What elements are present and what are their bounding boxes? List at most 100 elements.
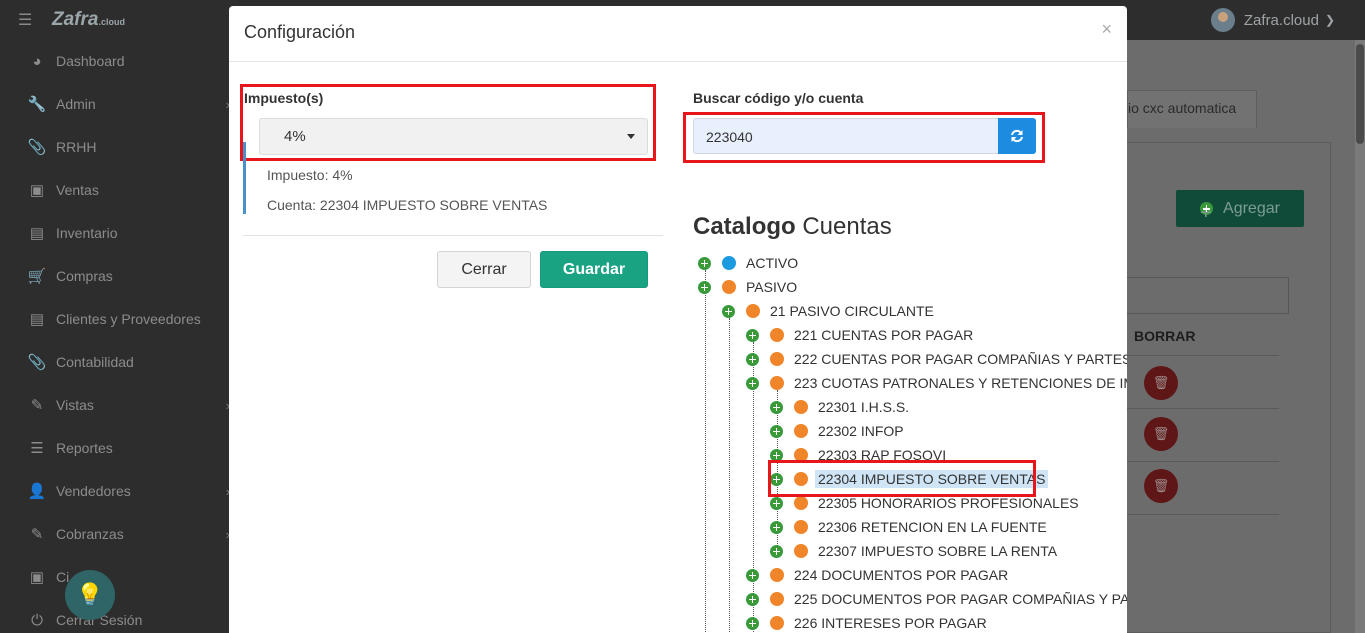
tree-node[interactable]: 221 CUENTAS POR PAGAR: [746, 324, 976, 346]
sidebar-item[interactable]: ✎ Vistas ›: [0, 390, 240, 420]
tree-node-label[interactable]: 225 DOCUMENTOS POR PAGAR COMPAÑIAS Y PAR…: [791, 590, 1127, 608]
node-dot-icon: [794, 544, 808, 558]
table-divider: [1127, 355, 1279, 356]
sidebar-item[interactable]: ▤ Clientes y Proveedores: [0, 304, 240, 334]
trash-icon: 🗑: [1152, 426, 1170, 441]
sidebar-item[interactable]: 📎 RRHH: [0, 132, 240, 162]
sidebar-item[interactable]: 📎 Contabilidad: [0, 347, 240, 377]
tree-node[interactable]: 224 DOCUMENTOS POR PAGAR: [746, 564, 1011, 586]
sidebar-item[interactable]: 🛒 Compras: [0, 261, 240, 291]
node-dot-icon: [770, 376, 784, 390]
tree-node-label[interactable]: 22306 RETENCION EN LA FUENTE: [815, 518, 1050, 536]
expand-icon[interactable]: [770, 424, 783, 438]
expand-icon[interactable]: [746, 616, 759, 630]
info-account: Cuenta: 22304 IMPUESTO SOBRE VENTAS: [267, 197, 548, 213]
node-dot-icon: [770, 592, 784, 606]
tree-node-label[interactable]: 226 INTERESES POR PAGAR: [791, 614, 990, 632]
tree-node[interactable]: 225 DOCUMENTOS POR PAGAR COMPAÑIAS Y PAR…: [746, 588, 1127, 610]
modal-title: Configuración: [244, 22, 356, 42]
tree-node[interactable]: 226 INTERESES POR PAGAR: [746, 612, 990, 633]
menu-toggle-icon[interactable]: ☰: [18, 10, 38, 30]
tab-cxc-automatica[interactable]: io cxc automatica: [1127, 90, 1257, 128]
highlight-box: [683, 112, 1045, 163]
expand-icon[interactable]: [746, 376, 759, 390]
expand-icon[interactable]: [770, 544, 783, 558]
expand-icon[interactable]: [722, 304, 735, 318]
tree-node-label[interactable]: ACTIVO: [743, 254, 801, 272]
info-tax: Impuesto: 4%: [267, 167, 353, 183]
tree-node[interactable]: 223 CUOTAS PATRONALES Y RETENCIONES DE I…: [746, 372, 1127, 394]
expand-icon[interactable]: [746, 352, 759, 366]
sidebar-item[interactable]: 👤 Vendedores ›: [0, 476, 240, 506]
expand-icon[interactable]: [746, 592, 759, 606]
lightbulb-icon: 💡: [76, 582, 104, 607]
sidebar-item-label: Admin: [56, 96, 96, 112]
power-icon: ⏻: [31, 611, 43, 629]
sidebar-item-label: Compras: [56, 268, 113, 284]
sidebar-item-label: Vendedores: [56, 483, 131, 499]
scrollbar-thumb[interactable]: [1356, 44, 1364, 144]
table-search-input[interactable]: [1127, 277, 1289, 314]
help-fab[interactable]: 💡: [65, 570, 115, 620]
sidebar-item-label: Inventario: [56, 225, 118, 241]
catalog-title: Catalogo Cuentas: [693, 213, 892, 241]
tree-guide-line: [705, 270, 706, 633]
save-button[interactable]: Guardar: [540, 251, 648, 288]
search-label: Buscar código y/o cuenta: [693, 90, 864, 106]
delete-button[interactable]: 🗑: [1144, 366, 1178, 400]
tree-node-label[interactable]: 221 CUENTAS POR PAGAR: [791, 326, 976, 344]
sidebar-item[interactable]: ✎ Cobranzas ›: [0, 519, 240, 549]
tree-node-label[interactable]: 223 CUOTAS PATRONALES Y RETENCIONES DE I…: [791, 374, 1127, 392]
delete-column-header: BORRAR: [1134, 328, 1196, 344]
table-divider: [1127, 461, 1279, 462]
app-logo[interactable]: Zafra.cloud: [52, 9, 125, 31]
sidebar-item[interactable]: ▣ Ventas: [0, 175, 240, 205]
book-icon: ▤: [29, 225, 45, 242]
sidebar-item-label: RRHH: [56, 139, 97, 155]
sidebar-item-label: Dashboard: [56, 53, 125, 69]
cancel-button[interactable]: Cerrar: [437, 251, 531, 288]
expand-icon[interactable]: [698, 256, 711, 270]
close-icon[interactable]: ×: [1101, 20, 1112, 38]
tree-node[interactable]: 222 CUENTAS POR PAGAR COMPAÑIAS Y PARTES…: [746, 348, 1127, 370]
user-menu[interactable]: Zafra.cloud ❯: [1210, 8, 1335, 32]
divider: [243, 235, 663, 236]
sidebar-item[interactable]: ▣ Ci: [0, 562, 240, 592]
list-icon: ☰: [30, 440, 44, 457]
delete-button[interactable]: 🗑: [1144, 469, 1178, 503]
tree-node-label[interactable]: 22307 IMPUESTO SOBRE LA RENTA: [815, 542, 1060, 560]
tree-node[interactable]: ACTIVO: [698, 252, 801, 274]
expand-icon[interactable]: [746, 568, 759, 582]
tree-node-label[interactable]: 222 CUENTAS POR PAGAR COMPAÑIAS Y PARTES…: [791, 350, 1127, 368]
expand-icon[interactable]: [770, 400, 783, 414]
sidebar-item[interactable]: ⏻ Cerrar Sesión: [0, 605, 240, 633]
table-divider: [1127, 514, 1279, 515]
tree-node[interactable]: 22307 IMPUESTO SOBRE LA RENTA: [770, 540, 1060, 562]
tree-node[interactable]: 21 PASIVO CIRCULANTE: [722, 300, 937, 322]
money-icon: ▣: [29, 569, 45, 586]
expand-icon[interactable]: [698, 280, 711, 294]
add-button[interactable]: + Agregar: [1176, 190, 1304, 227]
tree-node-label[interactable]: 22302 INFOP: [815, 422, 907, 440]
expand-icon[interactable]: [746, 328, 759, 342]
expand-icon[interactable]: [770, 520, 783, 534]
sidebar-item[interactable]: ◕ Dashboard: [0, 46, 240, 76]
expand-icon[interactable]: [770, 496, 783, 510]
delete-button[interactable]: 🗑: [1144, 417, 1178, 451]
tree-node[interactable]: 22306 RETENCION EN LA FUENTE: [770, 516, 1050, 538]
sidebar-item[interactable]: ☰ Reportes: [0, 433, 240, 463]
tree-node[interactable]: PASIVO: [698, 276, 800, 298]
book-icon: ▤: [29, 311, 45, 328]
tree-node-label[interactable]: 224 DOCUMENTOS POR PAGAR: [791, 566, 1011, 584]
node-dot-icon: [794, 424, 808, 438]
tree-node[interactable]: 22301 I.H.S.S.: [770, 396, 912, 418]
tree-node-label[interactable]: PASIVO: [743, 278, 800, 296]
tree-node-label[interactable]: 22301 I.H.S.S.: [815, 398, 912, 416]
logo-suffix: .cloud: [98, 17, 125, 27]
sidebar-item-label: Reportes: [56, 440, 113, 456]
tree-node[interactable]: 22302 INFOP: [770, 420, 907, 442]
tree-node-label[interactable]: 21 PASIVO CIRCULANTE: [767, 302, 937, 320]
sidebar-item[interactable]: 🔧 Admin ›: [0, 89, 240, 119]
sidebar-item[interactable]: ▤ Inventario: [0, 218, 240, 248]
paperclip-icon: 📎: [27, 354, 47, 371]
